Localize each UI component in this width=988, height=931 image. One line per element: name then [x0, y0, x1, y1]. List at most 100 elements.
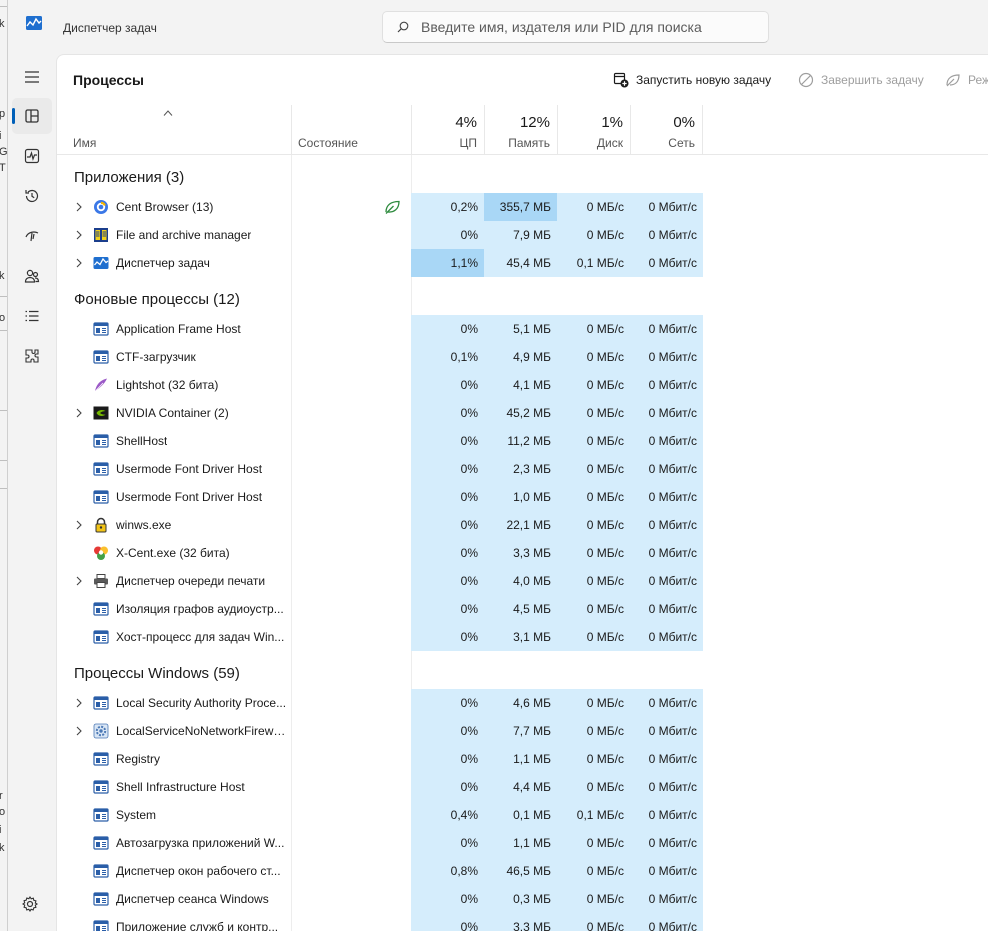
process-row[interactable]: CTF-загрузчик 0,1% 4,9 МБ 0 МБ/с 0 Мбит/с: [57, 343, 988, 371]
net-cell: 0 Мбит/с: [630, 717, 703, 745]
end-task-button[interactable]: Завершить задачу: [798, 69, 924, 91]
chevron-right-icon[interactable]: [75, 726, 83, 736]
mem-cell: 4,6 МБ: [484, 689, 557, 717]
process-row[interactable]: Cent Browser (13) 0,2% 355,7 МБ 0 МБ/с 0 Мби…: [57, 193, 988, 221]
disk-total: 1%: [601, 114, 623, 131]
process-name: Application Frame Host: [116, 322, 241, 336]
mem-cell: 4,1 МБ: [484, 371, 557, 399]
chevron-right-icon[interactable]: [75, 230, 83, 240]
net-cell: 0 Мбит/с: [630, 343, 703, 371]
process-row[interactable]: File and archive manager 0% 7,9 МБ 0 МБ/с 0 …: [57, 221, 988, 249]
search-box[interactable]: [382, 11, 769, 43]
net-cell: 0 Мбит/с: [630, 857, 703, 885]
process-row[interactable]: Shell Infrastructure Host 0% 4,4 МБ 0 МБ/с 0…: [57, 773, 988, 801]
process-row[interactable]: Изоляция графов аудиоустр... 0% 4,5 МБ 0 МБ…: [57, 595, 988, 623]
group-title: Фоновые процессы (12): [74, 291, 240, 308]
group-header[interactable]: Процессы Windows (59): [57, 651, 988, 689]
process-name: winws.exe: [116, 518, 172, 532]
column-header-status[interactable]: Состояние: [291, 105, 411, 155]
chevron-right-icon[interactable]: [75, 202, 83, 212]
process-row[interactable]: System 0,4% 0,1 МБ 0,1 МБ/с 0 Мбит/с: [57, 801, 988, 829]
process-row[interactable]: Диспетчер задач 1,1% 45,4 МБ 0,1 МБ/с 0 Мбит…: [57, 249, 988, 277]
end-task-label: Завершить задачу: [821, 73, 924, 87]
nav-processes[interactable]: [12, 98, 52, 134]
chevron-right-icon[interactable]: [75, 408, 83, 418]
window-title: Диспетчер задач: [63, 21, 157, 35]
net-cell: 0 Мбит/с: [630, 539, 703, 567]
nav-services[interactable]: [12, 338, 52, 374]
net-cell: 0 Мбит/с: [630, 483, 703, 511]
chevron-right-icon[interactable]: [75, 520, 83, 530]
process-row[interactable]: LocalServiceNoNetworkFirewa... 0% 7,7 МБ 0 …: [57, 717, 988, 745]
process-row[interactable]: NVIDIA Container (2) 0% 45,2 МБ 0 МБ/с 0 Мби…: [57, 399, 988, 427]
cpu-cell: 0%: [411, 567, 484, 595]
cpu-cell: 0%: [411, 483, 484, 511]
process-row[interactable]: X-Cent.exe (32 бита) 0% 3,3 МБ 0 МБ/с 0 Мбит…: [57, 539, 988, 567]
cpu-cell: 0%: [411, 829, 484, 857]
process-name: Диспетчер очереди печати: [116, 574, 266, 588]
efficiency-mode-label: Реж: [968, 73, 988, 87]
cpu-cell: 0%: [411, 913, 484, 931]
nav-startup[interactable]: [12, 218, 52, 254]
column-header-network[interactable]: 0% Сеть: [630, 105, 703, 155]
cpu-cell: 0%: [411, 885, 484, 913]
window-icon: [93, 808, 109, 822]
hamburger-icon: [25, 71, 39, 83]
mem-cell: 1,0 МБ: [484, 483, 557, 511]
mem-cell: 11,2 МБ: [484, 427, 557, 455]
disk-cell: 0 МБ/с: [557, 483, 630, 511]
process-row[interactable]: Registry 0% 1,1 МБ 0 МБ/с 0 Мбит/с: [57, 745, 988, 773]
efficiency-leaf-icon: [385, 200, 400, 214]
nav-app-history[interactable]: [12, 178, 52, 214]
lock-icon: [95, 517, 107, 533]
column-header-disk[interactable]: 1% Диск: [557, 105, 630, 155]
cpu-cell: 0%: [411, 773, 484, 801]
chevron-right-icon[interactable]: [75, 576, 83, 586]
group-header[interactable]: Приложения (3): [57, 155, 988, 193]
hamburger-menu-button[interactable]: [12, 59, 52, 95]
run-new-task-button[interactable]: Запустить новую задачу: [613, 69, 771, 91]
disk-cell: 0 МБ/с: [557, 623, 630, 651]
search-input[interactable]: [421, 12, 761, 42]
task-manager-icon: [93, 257, 109, 269]
column-header-name[interactable]: Имя: [57, 105, 291, 155]
net-cell: 0 Мбит/с: [630, 801, 703, 829]
process-name: LocalServiceNoNetworkFirewa...: [116, 724, 288, 738]
nav-details[interactable]: [12, 298, 52, 334]
details-icon: [25, 310, 39, 322]
group-header[interactable]: Фоновые процессы (12): [57, 277, 988, 315]
chevron-right-icon[interactable]: [75, 258, 83, 268]
process-row[interactable]: Автозагрузка приложений W... 0% 1,1 МБ 0 МБ…: [57, 829, 988, 857]
nav-users[interactable]: [12, 258, 52, 294]
chevron-right-icon[interactable]: [75, 698, 83, 708]
column-header-memory[interactable]: 12% Память: [484, 105, 557, 155]
cpu-cell: 0%: [411, 717, 484, 745]
process-row[interactable]: Local Security Authority Proce... 0% 4,6 М…: [57, 689, 988, 717]
column-disk-label: Диск: [596, 136, 623, 150]
process-row[interactable]: Приложение служб и контр... 0% 3,3 МБ 0 МБ/…: [57, 913, 988, 931]
process-name: Диспетчер окон рабочего ст...: [116, 864, 281, 878]
settings-gear-icon[interactable]: [21, 895, 39, 913]
disk-cell: 0 МБ/с: [557, 717, 630, 745]
column-header-cpu[interactable]: 4% ЦП: [411, 105, 484, 155]
search-icon: [397, 21, 409, 33]
group-title: Приложения (3): [74, 169, 185, 186]
process-row[interactable]: Application Frame Host 0% 5,1 МБ 0 МБ/с 0 Мб…: [57, 315, 988, 343]
process-row[interactable]: Диспетчер окон рабочего ст... 0,8% 46,5 МБ…: [57, 857, 988, 885]
disk-cell: 0 МБ/с: [557, 913, 630, 931]
process-row[interactable]: ShellHost 0% 11,2 МБ 0 МБ/с 0 Мбит/с: [57, 427, 988, 455]
process-row[interactable]: Usermode Font Driver Host 0% 1,0 МБ 0 МБ/с 0…: [57, 483, 988, 511]
net-cell: 0 Мбит/с: [630, 221, 703, 249]
nav-performance[interactable]: [12, 138, 52, 174]
process-row[interactable]: Lightshot (32 бита) 0% 4,1 МБ 0 МБ/с 0 Мбит/…: [57, 371, 988, 399]
process-name: Shell Infrastructure Host: [116, 780, 245, 794]
process-row[interactable]: Usermode Font Driver Host 0% 2,3 МБ 0 МБ/с 0…: [57, 455, 988, 483]
efficiency-mode-button[interactable]: Реж: [945, 69, 988, 91]
process-row[interactable]: winws.exe 0% 22,1 МБ 0 МБ/с 0 Мбит/с: [57, 511, 988, 539]
process-row[interactable]: Диспетчер сеанса Windows 0% 0,3 МБ 0 МБ/с 0 …: [57, 885, 988, 913]
process-name: Usermode Font Driver Host: [116, 490, 263, 504]
process-name: Cent Browser (13): [116, 200, 214, 214]
process-row[interactable]: Хост-процесс для задач Win... 0% 3,1 МБ 0 М…: [57, 623, 988, 651]
window-icon: [93, 350, 109, 364]
process-row[interactable]: Диспетчер очереди печати 0% 4,0 МБ 0 МБ/с 0 …: [57, 567, 988, 595]
